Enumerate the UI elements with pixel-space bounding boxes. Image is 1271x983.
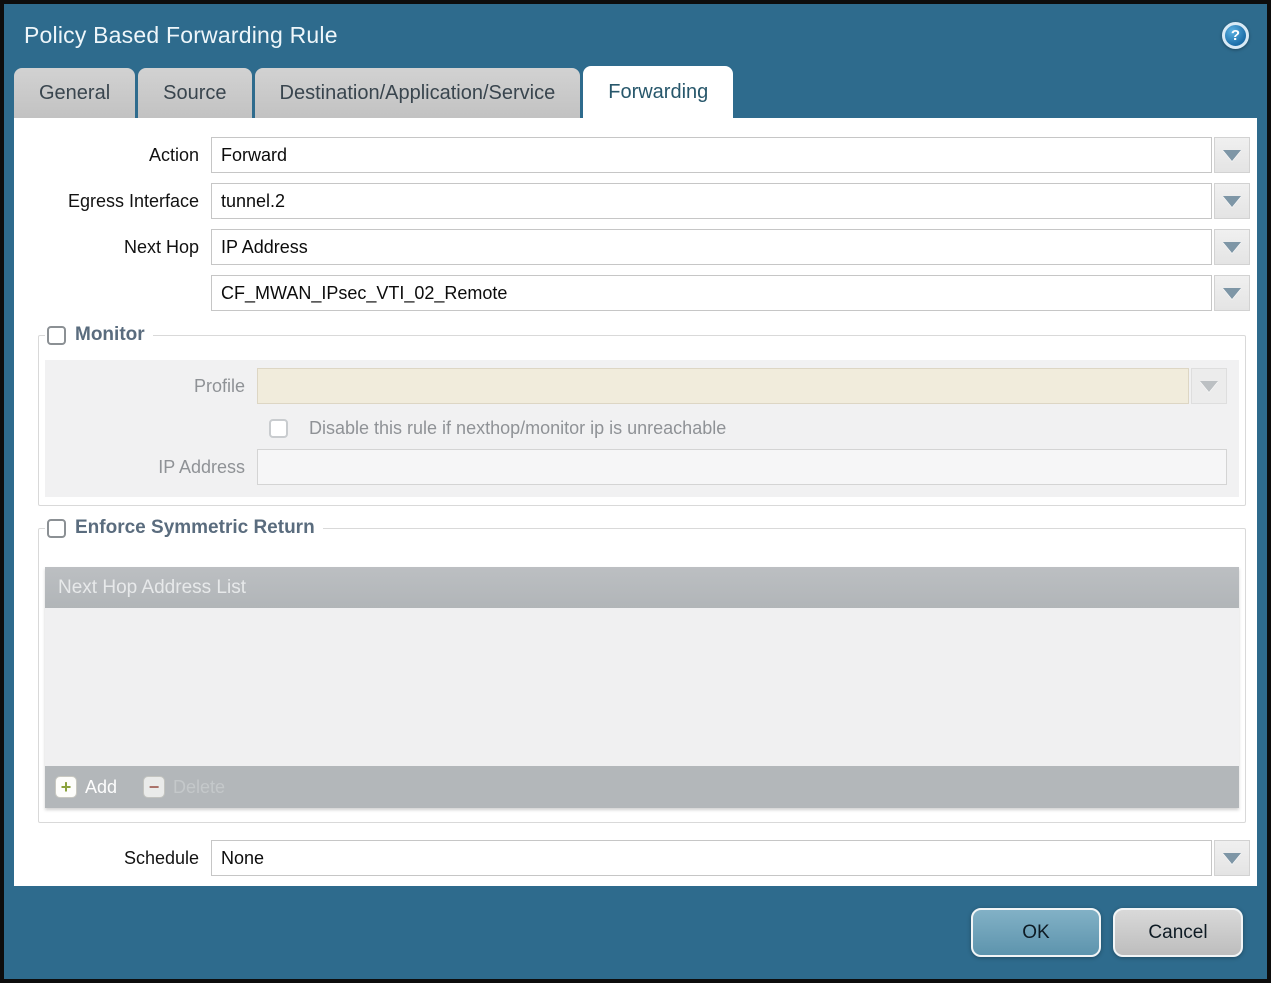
tab-general[interactable]: General: [14, 68, 135, 118]
monitor-checkbox[interactable]: [47, 326, 66, 345]
add-icon: +: [55, 776, 77, 798]
schedule-select[interactable]: None: [211, 840, 1212, 876]
tab-strip: General Source Destination/Application/S…: [4, 66, 1267, 118]
next-hop-address-chevron-down-icon[interactable]: [1214, 275, 1250, 311]
chevron-down-icon: [1223, 196, 1241, 207]
action-label: Action: [14, 145, 211, 166]
disable-rule-row: Disable this rule if nexthop/monitor ip …: [45, 418, 1233, 439]
next-hop-address-list-toolbar: + Add − Delete: [45, 766, 1239, 808]
chevron-down-icon: [1200, 381, 1218, 392]
monitor-legend-row: Monitor: [45, 324, 153, 346]
tab-destination-application-service[interactable]: Destination/Application/Service: [255, 68, 581, 118]
profile-label: Profile: [45, 376, 257, 397]
delete-button: − Delete: [143, 776, 225, 798]
next-hop-address-list-table: Next Hop Address List + Add − Delete: [45, 567, 1239, 808]
help-icon[interactable]: ?: [1222, 22, 1249, 49]
monitor-ip-row: IP Address: [45, 449, 1233, 485]
next-hop-type-chevron-down-icon[interactable]: [1214, 229, 1250, 265]
enforce-symmetric-return-section: Enforce Symmetric Return Next Hop Addres…: [38, 528, 1246, 823]
profile-row: Profile: [45, 368, 1233, 404]
tab-source[interactable]: Source: [138, 68, 251, 118]
chevron-down-icon: [1223, 242, 1241, 253]
profile-select: [257, 368, 1189, 404]
action-select[interactable]: Forward: [211, 137, 1212, 173]
next-hop-label: Next Hop: [14, 237, 211, 258]
next-hop-address-select[interactable]: CF_MWAN_IPsec_VTI_02_Remote: [211, 275, 1212, 311]
next-hop-address-list-header: Next Hop Address List: [45, 567, 1239, 608]
schedule-chevron-down-icon[interactable]: [1214, 840, 1250, 876]
next-hop-address-row: CF_MWAN_IPsec_VTI_02_Remote: [14, 275, 1250, 311]
add-button-label: Add: [85, 777, 117, 798]
schedule-label: Schedule: [14, 848, 211, 869]
cancel-button[interactable]: Cancel: [1113, 908, 1243, 957]
action-chevron-down-icon[interactable]: [1214, 137, 1250, 173]
next-hop-address-list-body[interactable]: [45, 608, 1239, 766]
dialog-title: Policy Based Forwarding Rule: [24, 22, 338, 49]
chevron-down-icon: [1223, 288, 1241, 299]
monitor-ip-input: [257, 449, 1227, 485]
enforce-symmetric-return-legend: Enforce Symmetric Return: [75, 517, 315, 539]
chevron-down-icon: [1223, 150, 1241, 161]
next-hop-row: Next Hop IP Address: [14, 229, 1250, 265]
tab-forwarding[interactable]: Forwarding: [583, 66, 733, 118]
pbf-rule-dialog: Policy Based Forwarding Rule ? General S…: [0, 0, 1271, 983]
monitor-section: Monitor Profile Disable this rule if nex…: [38, 335, 1246, 506]
ok-button[interactable]: OK: [971, 908, 1101, 957]
action-row: Action Forward: [14, 137, 1250, 173]
egress-interface-chevron-down-icon[interactable]: [1214, 183, 1250, 219]
monitor-ip-label: IP Address: [45, 457, 257, 478]
chevron-down-icon: [1223, 853, 1241, 864]
schedule-row: Schedule None: [14, 840, 1250, 876]
delete-button-label: Delete: [173, 777, 225, 798]
egress-interface-select[interactable]: tunnel.2: [211, 183, 1212, 219]
delete-icon: −: [143, 776, 165, 798]
next-hop-type-select[interactable]: IP Address: [211, 229, 1212, 265]
monitor-panel: Profile Disable this rule if nexthop/mon…: [45, 360, 1239, 497]
add-button[interactable]: + Add: [55, 776, 117, 798]
forwarding-tab-panel: Action Forward Egress Interface tunnel.2…: [14, 118, 1257, 886]
disable-rule-checkbox: [269, 419, 288, 438]
dialog-footer: OK Cancel: [4, 886, 1267, 979]
symmetric-legend-row: Enforce Symmetric Return: [45, 517, 323, 539]
profile-chevron-down-icon: [1191, 368, 1227, 404]
enforce-symmetric-return-checkbox[interactable]: [47, 519, 66, 538]
title-bar: Policy Based Forwarding Rule ?: [4, 4, 1267, 66]
monitor-legend: Monitor: [75, 324, 145, 346]
egress-interface-label: Egress Interface: [14, 191, 211, 212]
egress-interface-row: Egress Interface tunnel.2: [14, 183, 1250, 219]
disable-rule-label: Disable this rule if nexthop/monitor ip …: [309, 418, 726, 439]
